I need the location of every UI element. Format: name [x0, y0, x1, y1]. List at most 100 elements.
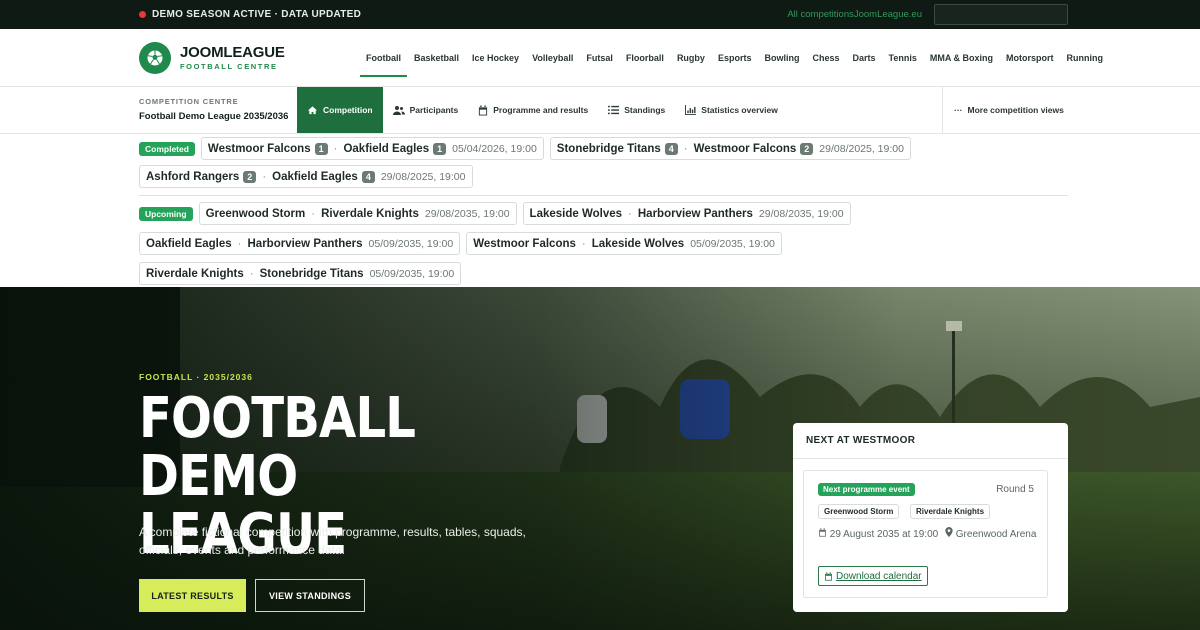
- tab-statistics[interactable]: Statistics overview: [675, 87, 788, 133]
- tab-participants-label: Participants: [409, 105, 459, 115]
- search-input[interactable]: [934, 4, 1068, 25]
- home-team: Lakeside Wolves: [529, 207, 623, 220]
- top-bar-right: All competitionsJoomLeague.eu: [787, 4, 1068, 25]
- competition-bar: COMPETITION CENTRE Football Demo League …: [0, 87, 1200, 134]
- separator: ·: [311, 207, 316, 220]
- home-team: Westmoor Falcons: [473, 237, 576, 250]
- nav-item-volleyball[interactable]: Volleyball: [532, 29, 573, 87]
- nav-item-football[interactable]: Football: [360, 29, 407, 87]
- latest-results-button[interactable]: LATEST RESULTS: [139, 579, 246, 612]
- home-team: Ashford Rangers: [146, 170, 240, 183]
- match-chip[interactable]: Stonebridge Titans 4 · Westmoor Falcons 2 …: [549, 137, 911, 160]
- live-dot-icon: [139, 11, 146, 18]
- away-team: Oakfield Eagles: [272, 170, 358, 183]
- competition-name: Football Demo League 2035/2036: [139, 111, 289, 122]
- tab-competition[interactable]: Competition: [297, 87, 383, 133]
- tab-standings[interactable]: Standings: [598, 87, 675, 133]
- tab-programme-results[interactable]: Programme and results: [468, 87, 598, 133]
- tab-participants[interactable]: Participants: [383, 87, 469, 133]
- match-date: 05/09/2035, 19:00: [690, 237, 775, 250]
- match-chip[interactable]: Westmoor Falcons 1 · Oakfield Eagles 1 05/…: [200, 137, 544, 160]
- nav-item-floorball[interactable]: Floorball: [626, 29, 664, 87]
- nav-item-ice-hockey[interactable]: Ice Hockey: [472, 29, 519, 87]
- competition-info: COMPETITION CENTRE Football Demo League …: [139, 97, 288, 122]
- nav-item-futsal[interactable]: Futsal: [586, 29, 613, 87]
- round-label: Round 5: [996, 484, 1034, 495]
- nav-item-running[interactable]: Running: [1067, 29, 1104, 87]
- competition-label: COMPETITION CENTRE: [139, 97, 239, 106]
- card-title: NEXT AT WESTMOOR: [793, 423, 1068, 459]
- away-team: Westmoor Falcons: [693, 142, 797, 155]
- hero-title-line-1: FOOTBALL DEMO: [139, 386, 416, 509]
- away-team: Riverdale Knights: [321, 207, 419, 220]
- ellipsis-icon: ···: [954, 105, 963, 115]
- home-team: Greenwood Storm: [205, 207, 306, 220]
- chart-icon: [685, 105, 697, 115]
- away-team: Stonebridge Titans: [259, 267, 364, 280]
- calendar-icon: [819, 528, 826, 537]
- logo[interactable]: JOOMLEAGUE FOOTBALL CENTRE: [180, 45, 285, 71]
- completed-badge: Completed: [139, 141, 195, 156]
- next-event-panel: Next programme event Round 5 Greenwood S…: [803, 470, 1048, 598]
- calendar-icon: [825, 571, 832, 581]
- top-bar: DEMO SEASON ACTIVE · DATA UPDATED All co…: [0, 0, 1200, 29]
- divider: [139, 195, 1068, 196]
- download-calendar-button[interactable]: Download calendar: [818, 566, 928, 586]
- separator: ·: [628, 207, 632, 220]
- match-date: 29/08/2025, 19:00: [380, 170, 466, 183]
- season-status: DEMO SEASON ACTIVE · DATA UPDATED: [152, 9, 362, 20]
- tab-statistics-label: Statistics overview: [701, 105, 778, 115]
- separator: ·: [333, 142, 338, 155]
- match-chip[interactable]: Westmoor Falcons · Lakeside Wolves 05/09…: [466, 232, 782, 255]
- upcoming-badge: Upcoming: [139, 206, 193, 221]
- tab-programme-results-label: Programme and results: [493, 105, 589, 115]
- tab-competition-label: Competition: [323, 105, 373, 115]
- view-standings-button[interactable]: VIEW STANDINGS: [255, 579, 365, 612]
- match-date: 29/08/2035, 19:00: [424, 207, 510, 220]
- nav-item-chess[interactable]: Chess: [812, 29, 839, 87]
- nav-item-bowling[interactable]: Bowling: [764, 29, 799, 87]
- match-chip[interactable]: Ashford Rangers 2 · Oakfield Eagles 4 29/0…: [139, 165, 473, 188]
- match-date: 05/04/2026, 19:00: [452, 142, 537, 155]
- away-score: 4: [361, 170, 375, 183]
- separator: ·: [683, 142, 688, 155]
- hero-description: A complete fictional competition with pr…: [139, 525, 526, 557]
- away-team: Harborview Panthers: [637, 207, 753, 220]
- home-team: Oakfield Eagles: [146, 237, 232, 250]
- home-team-chip[interactable]: Greenwood Storm: [818, 504, 900, 519]
- completed-row-2: Ashford Rangers 2 · Oakfield Eagles 4 29/0…: [139, 165, 479, 188]
- away-team: Lakeside Wolves: [591, 237, 685, 250]
- match-date: 05/09/2035, 19:00: [369, 267, 455, 280]
- event-details: 29 August 2035 at 19:00 Greenwood Arena: [818, 527, 1043, 543]
- nav-item-rugby[interactable]: Rugby: [677, 29, 705, 87]
- away-team: Oakfield Eagles: [343, 142, 430, 155]
- match-chip[interactable]: Greenwood Storm · Riverdale Knights 29/0…: [198, 202, 517, 225]
- brand-tagline: FOOTBALL CENTRE: [180, 61, 278, 71]
- all-competitions-link[interactable]: All competitionsJoomLeague.eu: [787, 9, 922, 20]
- home-team: Stonebridge Titans: [556, 142, 661, 155]
- football-icon[interactable]: [139, 41, 171, 74]
- users-icon: [392, 105, 405, 115]
- next-event-badge: Next programme event: [818, 483, 915, 496]
- site-header: JOOMLEAGUE FOOTBALL CENTRE Football Bask…: [0, 29, 1200, 87]
- nav-item-tennis[interactable]: Tennis: [888, 29, 916, 87]
- match-chip[interactable]: Oakfield Eagles · Harborview Panthers 05…: [139, 232, 461, 255]
- away-team-chip[interactable]: Riverdale Knights: [910, 504, 991, 519]
- home-score: 2: [243, 170, 257, 183]
- calendar-icon: [479, 105, 488, 115]
- nav-item-esports[interactable]: Esports: [718, 29, 752, 87]
- download-calendar-label: Download calendar: [836, 570, 922, 582]
- match-chip[interactable]: Lakeside Wolves · Harborview Panthers 29…: [522, 202, 851, 225]
- nav-item-basketball[interactable]: Basketball: [414, 29, 459, 87]
- hero-eyebrow: FOOTBALL · 2035/2036: [139, 372, 253, 382]
- nav-item-motorsport[interactable]: Motorsport: [1006, 29, 1054, 87]
- map-pin-icon: [945, 527, 953, 537]
- sport-nav: Football Basketball Ice Hockey Volleybal…: [360, 29, 1110, 87]
- more-competition-views[interactable]: ··· More competition views: [942, 87, 1200, 133]
- match-chip[interactable]: Riverdale Knights · Stonebridge Titans 0…: [139, 262, 462, 285]
- nav-item-darts[interactable]: Darts: [852, 29, 875, 87]
- away-team: Harborview Panthers: [247, 237, 363, 250]
- match-date: 29/08/2025, 19:00: [819, 142, 904, 155]
- nav-item-mma-boxing[interactable]: MMA & Boxing: [930, 29, 993, 87]
- home-team: Riverdale Knights: [146, 267, 244, 280]
